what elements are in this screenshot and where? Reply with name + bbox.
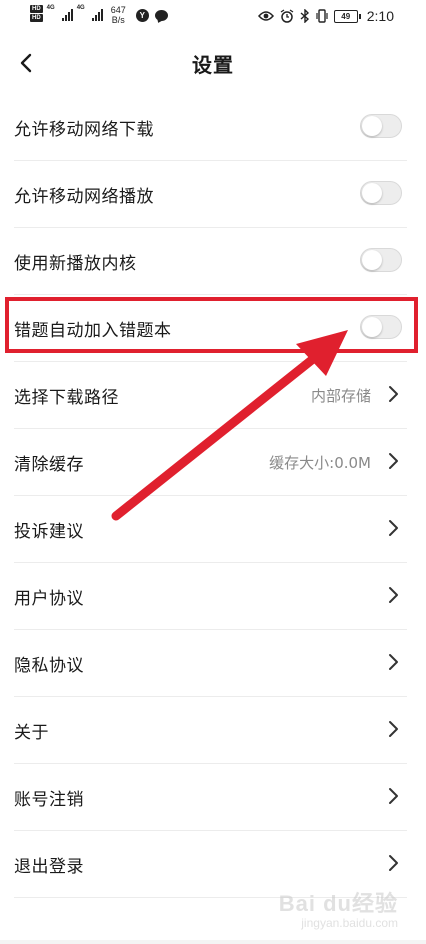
setting-feedback[interactable]: 投诉建议 bbox=[14, 496, 407, 563]
battery-icon: 49 bbox=[333, 9, 361, 23]
hd-badges: HD HD bbox=[30, 5, 43, 22]
setting-label: 投诉建议 bbox=[14, 522, 84, 542]
setting-mobile-play[interactable]: 允许移动网络播放 bbox=[14, 161, 407, 228]
chevron-right-icon bbox=[389, 587, 398, 603]
setting-about[interactable]: 关于 bbox=[14, 697, 407, 764]
chevron-right-icon bbox=[389, 386, 398, 402]
page-title: 设置 bbox=[192, 53, 234, 77]
setting-label: 使用新播放内核 bbox=[14, 254, 137, 274]
chevron-right-icon bbox=[389, 855, 398, 871]
setting-label: 允许移动网络播放 bbox=[14, 187, 154, 207]
setting-label: 错题自动加入错题本 bbox=[14, 321, 172, 341]
setting-label: 退出登录 bbox=[14, 857, 84, 877]
watermark-logo: Bai du经验 jingyan.baidu.com bbox=[279, 886, 398, 930]
settings-list: 允许移动网络下载 允许移动网络播放 使用新播放内核 错题自动加入错题本 选择下载… bbox=[0, 94, 426, 898]
chevron-right-icon bbox=[389, 654, 398, 670]
speed-value: 647 bbox=[110, 5, 126, 15]
setting-label: 清除缓存 bbox=[14, 455, 84, 475]
bottom-edge bbox=[0, 940, 426, 944]
battery-level: 49 bbox=[333, 9, 358, 23]
watermark-text: Bai du经验 bbox=[278, 891, 398, 916]
chevron-right-icon bbox=[389, 453, 398, 469]
network-type-label: 4G bbox=[76, 5, 85, 11]
setting-label: 账号注销 bbox=[14, 790, 84, 810]
signal-icon bbox=[91, 5, 103, 21]
setting-label: 用户协议 bbox=[14, 589, 84, 609]
setting-download-path[interactable]: 选择下载路径 内部存储 bbox=[14, 362, 407, 429]
hd-icon: HD bbox=[30, 14, 43, 22]
setting-mobile-download[interactable]: 允许移动网络下载 bbox=[14, 94, 407, 161]
mobile-download-toggle[interactable] bbox=[360, 114, 402, 138]
mobile-play-toggle[interactable] bbox=[360, 181, 402, 205]
bluetooth-icon bbox=[300, 9, 309, 23]
download-path-value: 内部存储 bbox=[310, 387, 371, 405]
setting-delete-account[interactable]: 账号注销 bbox=[14, 764, 407, 831]
vibrate-icon bbox=[316, 9, 328, 23]
chevron-right-icon bbox=[389, 721, 398, 737]
network-speed: 647 B/s bbox=[111, 5, 126, 25]
status-left: HD HD 4G 4G 647 B/s Y bbox=[30, 5, 168, 25]
setting-label: 隐私协议 bbox=[14, 656, 84, 676]
status-bar: HD HD 4G 4G 647 B/s Y 49 2:10 bbox=[0, 0, 426, 34]
status-right: 49 2:10 bbox=[257, 8, 394, 24]
chevron-right-icon bbox=[389, 788, 398, 804]
setting-auto-add-mistakes[interactable]: 错题自动加入错题本 bbox=[14, 295, 407, 362]
setting-user-agreement[interactable]: 用户协议 bbox=[14, 563, 407, 630]
clock: 2:10 bbox=[366, 8, 394, 24]
watermark-sub: jingyan.baidu.com bbox=[301, 916, 398, 930]
auto-add-mistakes-toggle[interactable] bbox=[360, 315, 402, 339]
setting-label: 选择下载路径 bbox=[14, 388, 119, 408]
signal-icon bbox=[61, 5, 73, 21]
setting-label: 允许移动网络下载 bbox=[14, 120, 154, 140]
setting-privacy-policy[interactable]: 隐私协议 bbox=[14, 630, 407, 697]
message-icon bbox=[154, 10, 168, 21]
header: 设置 bbox=[0, 34, 426, 94]
network-type-label: 4G bbox=[46, 5, 55, 11]
alarm-icon bbox=[280, 9, 294, 23]
chevron-right-icon bbox=[389, 520, 398, 536]
new-player-core-toggle[interactable] bbox=[360, 248, 402, 272]
speed-unit: B/s bbox=[111, 15, 125, 25]
setting-label: 关于 bbox=[14, 723, 49, 743]
setting-clear-cache[interactable]: 清除缓存 缓存大小:0.0M bbox=[14, 429, 407, 496]
hd-icon: HD bbox=[30, 5, 43, 13]
cache-size-value: 缓存大小:0.0M bbox=[269, 454, 371, 472]
setting-new-player-core[interactable]: 使用新播放内核 bbox=[14, 228, 407, 295]
eye-icon bbox=[257, 11, 274, 21]
y-app-icon: Y bbox=[135, 9, 149, 22]
